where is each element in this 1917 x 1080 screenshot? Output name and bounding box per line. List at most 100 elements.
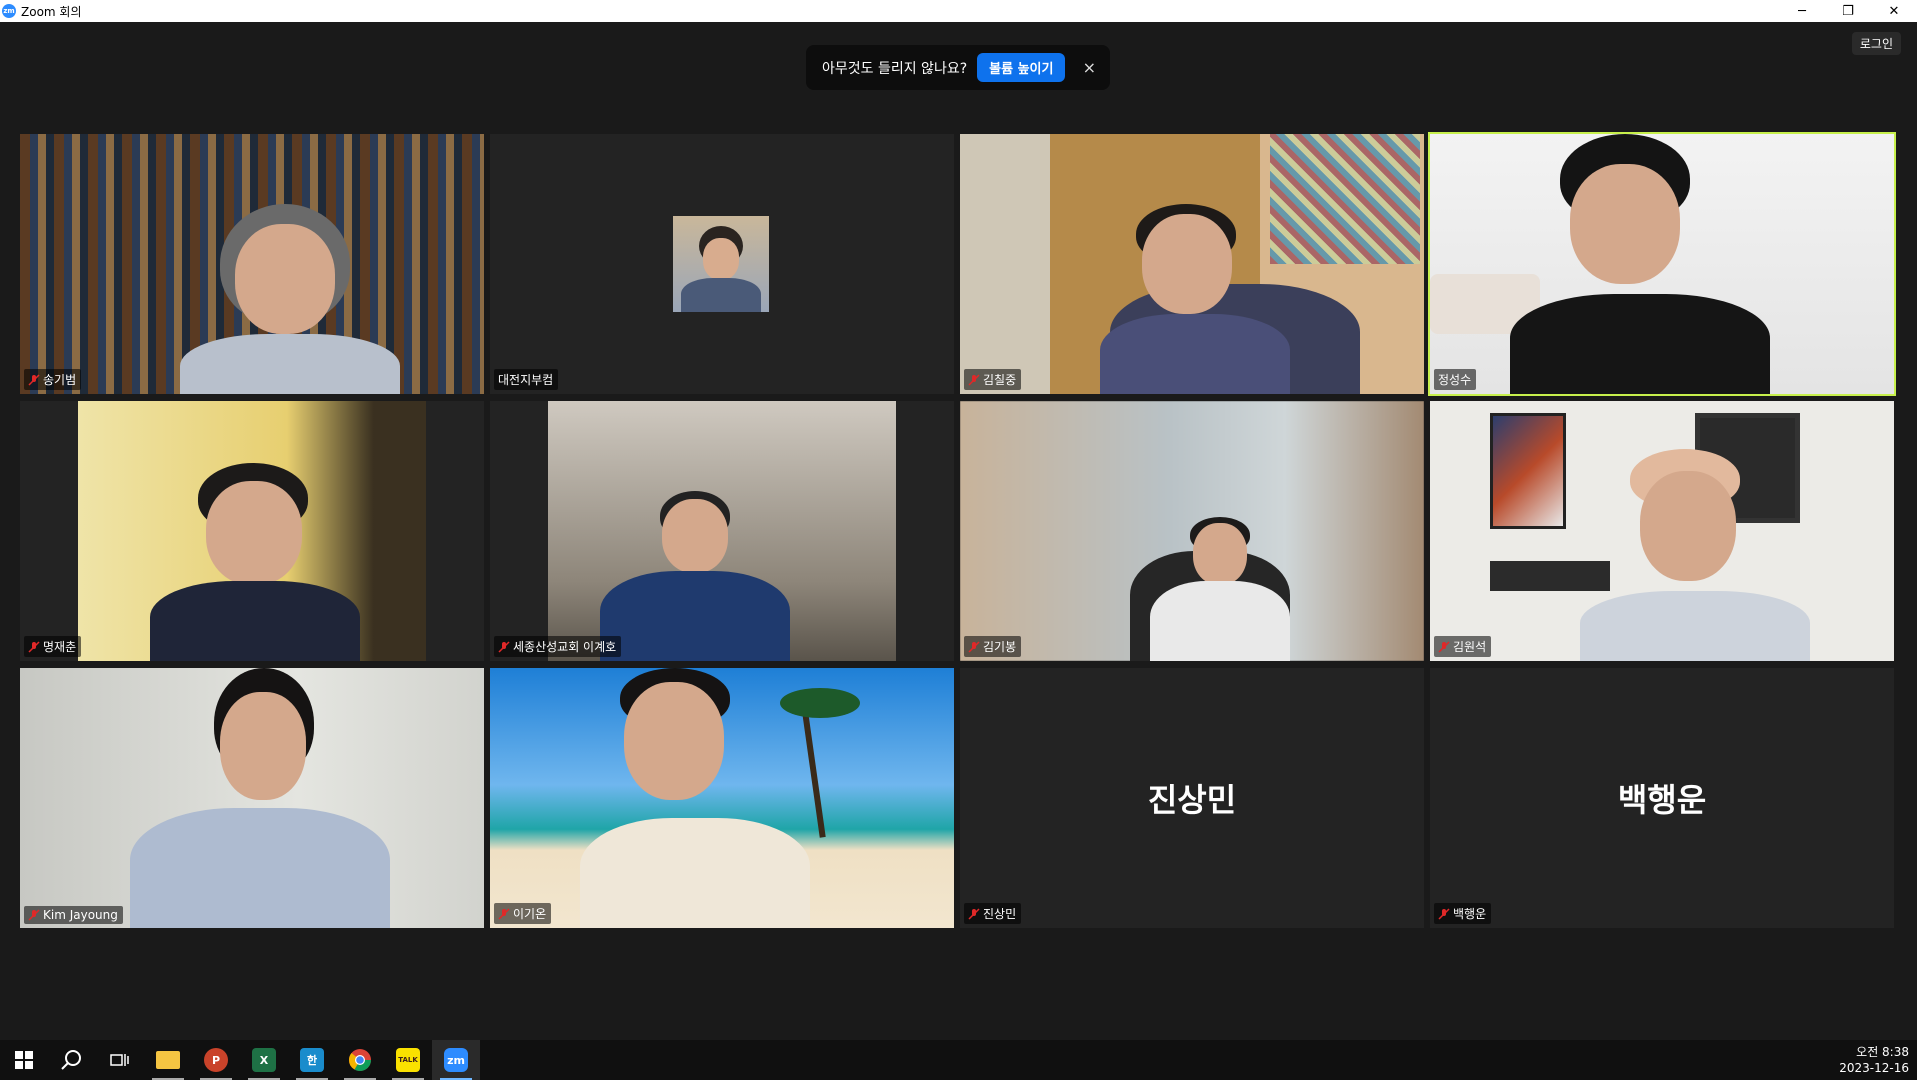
palm-leaves [780,688,860,718]
participant-nametag: 명재춘 [24,636,82,657]
minimize-button[interactable]: ─ [1779,0,1825,22]
video-tile-no-video[interactable]: 진상민 진상민 [960,668,1424,928]
task-view-icon [110,1054,129,1066]
participant-nametag: Kim Jayoung [24,906,123,924]
taskbar-excel[interactable]: X [240,1040,288,1080]
muted-mic-icon [1438,907,1450,920]
muted-mic-icon [28,909,40,921]
participant-nametag: 백행운 [1434,903,1492,924]
taskbar-kakaotalk[interactable]: TALK [384,1040,432,1080]
clock-time: 오전 8:38 [1856,1045,1909,1059]
chrome-icon [349,1049,371,1071]
taskbar-hancom[interactable]: 한 [288,1040,336,1080]
windows-taskbar: P X 한 TALK zm [0,1040,1917,1080]
participant-face [1570,164,1680,284]
participant-nametag: 대전지부컴 [494,369,559,390]
participant-name: 이기온 [513,907,547,921]
audio-notice-toast: 아무것도 들리지 않나요? 볼륨 높이기 × [806,45,1110,90]
participant-face [1193,523,1247,585]
video-tile[interactable]: Kim Jayoung [20,668,484,928]
search-icon [61,1050,81,1070]
participant-nametag: 이기온 [494,903,552,924]
participant-face [220,692,306,800]
muted-mic-icon [28,640,40,653]
video-tile-active-speaker[interactable]: 정성수 [1428,132,1896,396]
participant-face [1142,214,1232,314]
taskbar-file-explorer[interactable] [144,1040,192,1080]
zoom-app-icon: zm [2,4,16,18]
file-explorer-icon [156,1051,180,1069]
close-toast-icon[interactable]: × [1083,58,1096,77]
restore-button[interactable]: ❐ [1825,0,1871,22]
taskbar-zoom[interactable]: zm [432,1040,480,1080]
participant-body [1510,294,1770,394]
wall-painting [1490,413,1566,529]
participant-body [1580,591,1810,661]
participant-face [206,481,302,585]
audio-notice-message: 아무것도 들리지 않나요? [822,60,968,77]
participant-face [235,224,335,334]
taskbar-powerpoint[interactable]: P [192,1040,240,1080]
participant-name: 김기봉 [983,640,1017,654]
video-tile[interactable]: 이기온 [490,668,954,928]
zoom-icon: zm [444,1048,468,1072]
participant-nametag: 김원석 [1434,636,1492,657]
participant-face [1640,471,1736,581]
video-tile[interactable]: 명재춘 [20,401,484,661]
raise-volume-button[interactable]: 볼륨 높이기 [977,53,1066,82]
window-title-bar: zm Zoom 회의 ─ ❐ ✕ [0,0,1917,22]
taskbar-clock[interactable]: 오전 8:38 2023-12-16 [1839,1044,1909,1076]
muted-mic-icon [968,640,980,653]
participant-display-name: 진상민 [1147,781,1237,819]
window-title: Zoom 회의 [21,4,82,19]
close-window-button[interactable]: ✕ [1871,0,1917,22]
windows-start-icon [15,1051,33,1069]
participant-name: 송기범 [43,373,77,387]
participant-name: 김칠중 [983,373,1017,387]
participant-face [624,682,724,800]
participant-nametag: 김기봉 [964,636,1022,657]
task-view-button[interactable] [96,1040,144,1080]
participant-face [662,499,728,573]
participant-name: 백행운 [1453,907,1487,921]
video-tile[interactable]: 송기범 [20,134,484,394]
muted-mic-icon [498,640,510,653]
muted-mic-icon [28,373,40,386]
participant-body [600,571,790,661]
photo-wall [1270,134,1420,264]
windows-start-button[interactable] [0,1040,48,1080]
profile-picture [673,216,769,312]
taskbar-chrome[interactable] [336,1040,384,1080]
sign-in-button[interactable]: 로그인 [1851,32,1901,55]
kakaotalk-icon: TALK [396,1048,420,1072]
participant-nametag: 김칠중 [964,369,1022,390]
participant-name: 명재춘 [43,640,77,654]
taskbar-search-button[interactable] [48,1040,96,1080]
participant-body [580,818,810,928]
participant-body [1100,314,1290,394]
shelf [1490,561,1610,591]
video-tile-no-video[interactable]: 백행운 백행운 [1430,668,1894,928]
video-tile[interactable]: 김원석 [1430,401,1894,661]
video-tile[interactable]: 김기봉 [960,401,1424,661]
participant-nametag: 진상민 [964,903,1022,924]
muted-mic-icon [968,373,980,386]
participant-name: 세종산성교회 이계호 [513,640,617,654]
participant-name: 정성수 [1438,373,1472,387]
participant-nametag: 정성수 [1434,369,1477,390]
participant-name: 진상민 [983,907,1017,921]
participant-body [130,808,390,928]
participant-name: Kim Jayoung [43,908,118,922]
video-tile[interactable]: 대전지부컴 [490,134,954,394]
video-tile[interactable]: 세종산성교회 이계호 [490,401,954,661]
participant-body [1150,581,1290,661]
participant-body [180,334,400,394]
participant-nametag: 세종산성교회 이계호 [494,636,622,657]
video-tile[interactable]: 김칠중 [960,134,1424,394]
participant-body [150,581,360,661]
participant-nametag: 송기범 [24,369,82,390]
participant-name: 김원석 [1453,640,1487,654]
excel-icon: X [252,1048,276,1072]
muted-mic-icon [1438,640,1450,653]
muted-mic-icon [968,907,980,920]
